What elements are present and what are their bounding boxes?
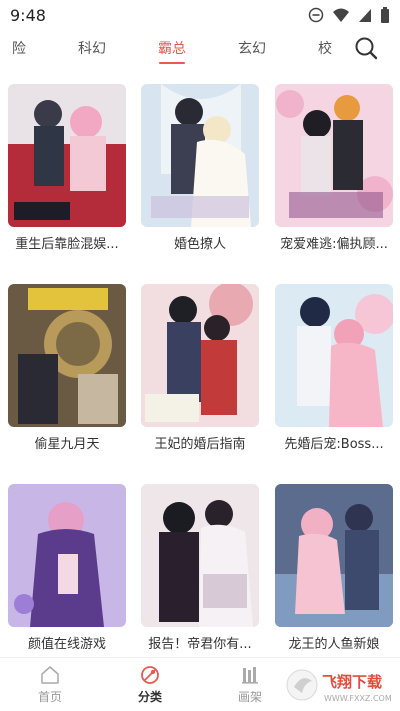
category-tabs: 险 科幻 霸总 玄幻 校 xyxy=(0,30,400,66)
nav-home-label: 首页 xyxy=(37,690,62,704)
watermark-logo: 飞翔下载 WWW.FXXZ.COM xyxy=(286,669,392,703)
tab-scifi[interactable]: 科幻 xyxy=(78,38,106,58)
nav-bookshelf[interactable]: 画架 xyxy=(220,664,280,705)
comic-cover xyxy=(141,284,259,427)
status-time: 9:48 xyxy=(10,5,46,25)
comic-cover xyxy=(275,484,393,627)
comic-title: 偷星九月天 xyxy=(34,437,100,452)
comic-card[interactable]: 王妃的婚后指南 xyxy=(141,284,259,452)
comic-title: 龙王的人鱼新娘 xyxy=(288,637,380,652)
nav-category[interactable]: 分类 xyxy=(120,664,180,705)
nav-bookshelf-label: 画架 xyxy=(237,690,262,704)
tab-ceo[interactable]: 霸总 xyxy=(158,38,186,58)
bottom-nav: 首页 分类 画架 飞翔下载 WWW.FXXZ.COM xyxy=(0,657,400,711)
signal-icon xyxy=(359,9,371,22)
bookshelf-icon xyxy=(242,667,258,684)
category-icon xyxy=(141,666,159,684)
comic-title: 先婚后宠:Boss... xyxy=(284,437,384,452)
nav-category-label: 分类 xyxy=(137,690,162,704)
comic-card[interactable]: 先婚后宠:Boss... xyxy=(275,284,393,452)
comic-card[interactable]: 宠爱难逃:偏执顾... xyxy=(275,84,393,252)
status-bar: 9:48 xyxy=(0,0,400,30)
home-icon xyxy=(41,666,59,684)
comic-cover xyxy=(8,84,126,227)
comic-card[interactable]: 偷星九月天 xyxy=(8,284,126,452)
comic-title: 王妃的婚后指南 xyxy=(154,437,246,452)
comic-cover xyxy=(275,84,393,227)
comic-cover xyxy=(141,484,259,627)
do-not-disturb-icon xyxy=(308,7,324,23)
watermark-url: WWW.FXXZ.COM xyxy=(324,694,392,703)
wifi-icon xyxy=(333,8,349,22)
comic-card[interactable]: 龙王的人鱼新娘 xyxy=(275,484,393,652)
tab-campus[interactable]: 校 xyxy=(318,38,332,58)
comic-title: 婚色撩人 xyxy=(173,237,226,252)
active-tab-indicator xyxy=(159,62,185,64)
comic-card[interactable]: 重生后靠脸混娱... xyxy=(8,84,126,252)
comic-cover xyxy=(8,284,126,427)
tab-adventure[interactable]: 险 xyxy=(12,38,26,58)
comic-cover xyxy=(8,484,126,627)
tab-fantasy[interactable]: 玄幻 xyxy=(238,38,266,58)
nav-home[interactable]: 首页 xyxy=(20,664,80,705)
comic-title: 报告！帝君你有... xyxy=(148,637,252,652)
status-icons xyxy=(308,7,390,23)
comic-cover xyxy=(275,284,393,427)
search-icon[interactable] xyxy=(354,36,378,60)
comic-card[interactable]: 颜值在线游戏 xyxy=(8,484,126,652)
comic-cover xyxy=(141,84,259,227)
comic-title: 重生后靠脸混娱... xyxy=(15,237,119,252)
comic-card[interactable]: 婚色撩人 xyxy=(141,84,259,252)
comic-title: 宠爱难逃:偏执顾... xyxy=(280,237,388,252)
comic-card[interactable]: 报告！帝君你有... xyxy=(141,484,259,652)
comic-title: 颜值在线游戏 xyxy=(27,637,106,652)
battery-icon xyxy=(381,7,389,23)
watermark-text: 飞翔下载 xyxy=(322,673,382,691)
